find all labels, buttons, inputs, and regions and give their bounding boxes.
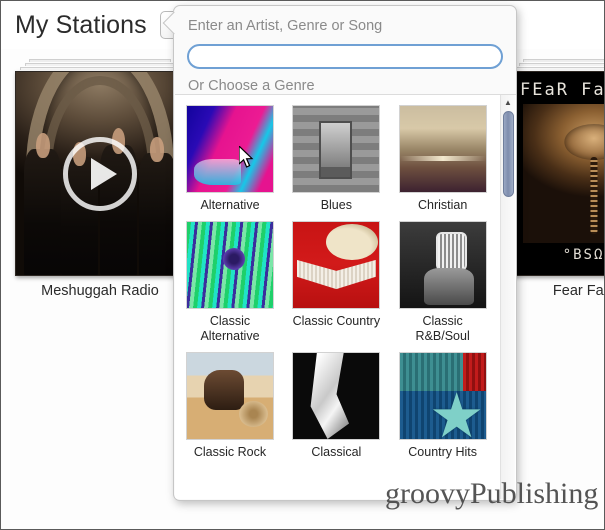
genre-label: Classic Alternative [200,314,260,343]
genre-tile-christian[interactable]: Christian [398,105,487,213]
country-hits-thumb[interactable] [398,352,487,440]
band-figure [24,132,62,275]
station-name-label: Fear Factory [552,283,604,299]
genre-label: Classic Rock [193,445,267,459]
popup-title: Enter an Artist, Genre or Song [188,18,383,34]
station-card-fear-factory[interactable]: FEaR FaC °BSΩLE Fear Factory [509,59,605,299]
alternative-thumb[interactable] [186,105,274,193]
genre-tile-classic-rock[interactable]: Classic Rock [186,352,274,460]
card-stack-edges [509,59,604,71]
create-station-popup: Enter an Artist, Genre or Song Or Choose… [173,5,517,501]
genre-tile-classic-country[interactable]: Classic Country [292,221,381,344]
classic-country-thumb[interactable] [292,221,381,309]
genre-label: Christian [417,198,468,212]
album-band-text: FEaR FaC [520,80,605,100]
genre-label: Alternative [200,198,260,212]
genre-tile-classical[interactable]: Classical [292,352,381,460]
card-stack-edges [15,59,185,71]
station-card-meshuggah[interactable]: Meshuggah Radio [15,59,185,299]
blues-thumb[interactable] [292,105,381,193]
classic-rock-thumb[interactable] [186,352,274,440]
watermark-text: groovyPublishing [385,477,599,510]
spine-shape [590,156,598,235]
genre-label: Country Hits [408,445,478,459]
album-art-backdrop [523,104,604,243]
classic-alternative-thumb[interactable] [186,221,274,309]
search-field-wrapper [174,44,516,69]
brain-shape [564,123,604,160]
search-input[interactable] [187,44,503,69]
genre-grid-area: Alternative Blues Christian Classic Alte… [175,94,516,499]
station-artwork: FEaR FaC °BSΩLE [509,71,605,276]
christian-thumb[interactable] [398,105,487,193]
genre-tile-classic-rnb-soul[interactable]: Classic R&B/Soul [398,221,487,344]
genre-label: Blues [320,198,352,212]
genre-label: Classic Country [292,314,381,328]
band-figure [138,137,176,275]
play-icon[interactable] [63,136,137,211]
genre-tile-country-hits[interactable]: Country Hits [398,352,487,460]
page-title: My Stations [15,10,147,39]
genre-label: Classic R&B/Soul [415,314,470,343]
popup-header: Enter an Artist, Genre or Song [174,6,516,34]
station-name-label: Meshuggah Radio [41,283,159,299]
app-window: My Stations + Meshuggah Radio FEaR Fa [0,0,605,530]
station-artwork [15,71,185,276]
album-title-text: °BSΩLE [562,247,605,263]
play-triangle [91,157,117,190]
genre-label: Classical [311,445,362,459]
genre-grid: Alternative Blues Christian Classic Alte… [175,95,516,470]
genre-tile-blues[interactable]: Blues [292,105,381,213]
genre-tile-alternative[interactable]: Alternative [186,105,274,213]
scroll-up-arrow-icon[interactable]: ▲ [501,95,515,109]
classic-rnb-soul-thumb[interactable] [398,221,487,309]
genre-tile-classic-alternative[interactable]: Classic Alternative [186,221,274,344]
genre-grid-scrollbar[interactable]: ▲ [500,95,515,499]
classical-thumb[interactable] [292,352,381,440]
scrollbar-thumb[interactable] [503,111,514,197]
